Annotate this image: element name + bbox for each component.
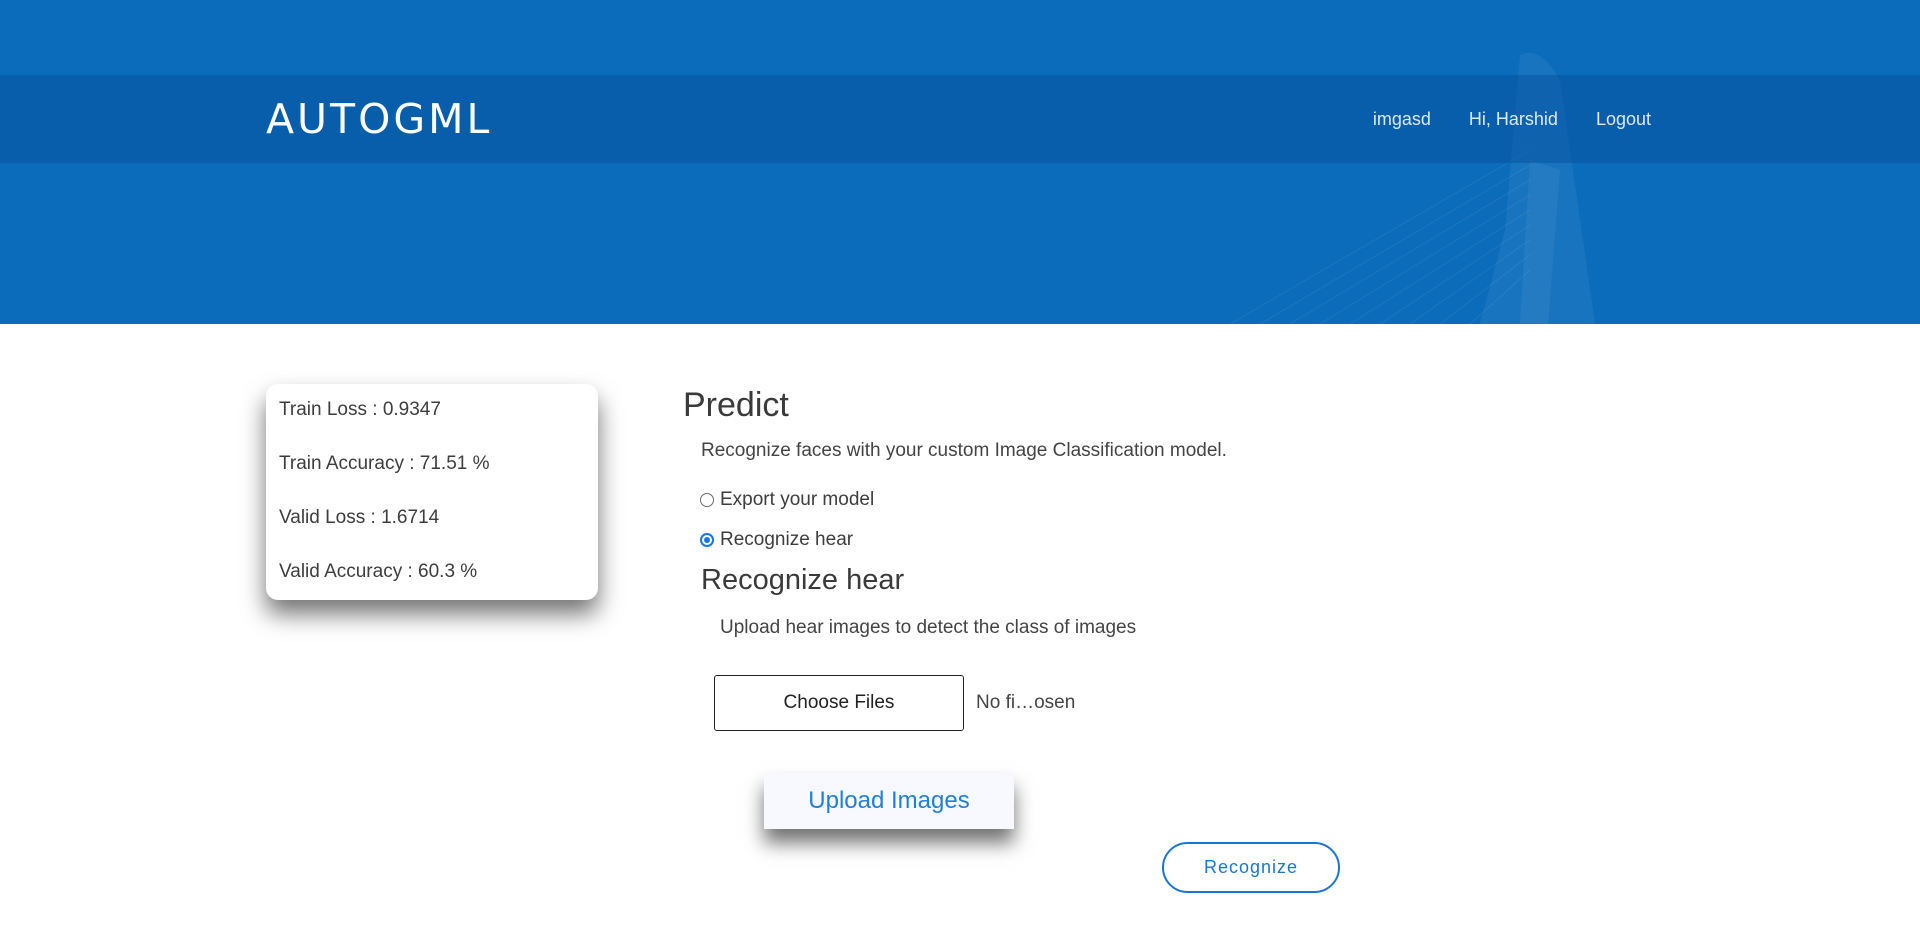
hero-banner: AUTOGML imgasd Hi, Harshid Logout [0,0,1920,324]
radio-recognize-indicator[interactable] [700,533,714,547]
nav-link-user[interactable]: Hi, Harshid [1469,109,1558,130]
recognize-section-title: Recognize hear [701,564,905,596]
radio-export-indicator[interactable] [700,493,714,507]
radio-export-label: Export your model [720,489,875,510]
metric-valid-loss: Valid Loss : 1.6714 [279,507,440,528]
nav-link-project[interactable]: imgasd [1373,109,1431,130]
recognize-button[interactable]: Recognize [1162,842,1340,893]
radio-recognize[interactable]: Recognize hear [700,529,853,551]
choose-files-button[interactable]: Choose Files [714,675,964,731]
upload-images-button[interactable]: Upload Images [764,773,1014,829]
brand-logo[interactable]: AUTOGML [266,75,492,163]
radio-recognize-label: Recognize hear [720,529,854,550]
radio-export-model[interactable]: Export your model [700,489,874,511]
nav-links: imgasd Hi, Harshid Logout [1373,75,1651,163]
metrics-card: Train Loss : 0.9347 Train Accuracy : 71.… [266,384,598,600]
metric-valid-accuracy: Valid Accuracy : 60.3 % [279,561,478,582]
predict-description: Recognize faces with your custom Image C… [701,440,1227,461]
recognize-section-description: Upload hear images to detect the class o… [720,617,1137,638]
nav-link-logout[interactable]: Logout [1596,109,1651,130]
top-navbar: AUTOGML imgasd Hi, Harshid Logout [0,75,1920,163]
metric-train-accuracy: Train Accuracy : 71.51 % [279,453,490,474]
file-status-text: No fi…osen [976,692,1076,713]
metric-train-loss: Train Loss : 0.9347 [279,399,441,420]
predict-title: Predict [683,386,789,424]
